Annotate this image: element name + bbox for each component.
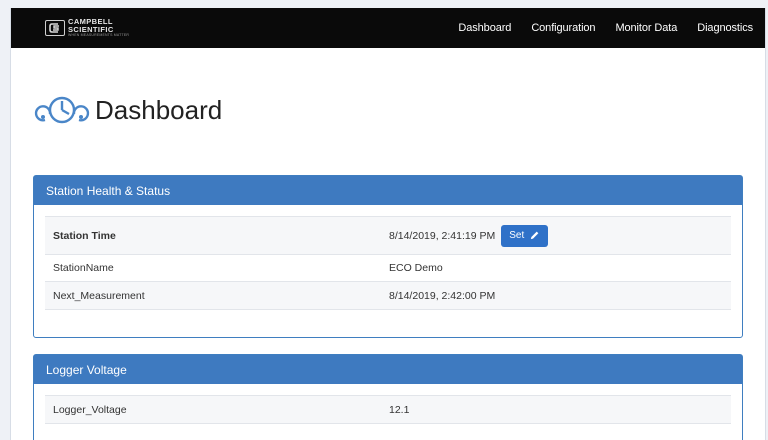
nav-diagnostics[interactable]: Diagnostics bbox=[697, 22, 753, 34]
table-row: StationName ECO Demo bbox=[45, 254, 731, 281]
station-table: Station Time 8/14/2019, 2:41:19 PM Set S… bbox=[45, 216, 731, 310]
row-value: 8/14/2019, 2:42:00 PM bbox=[389, 289, 496, 302]
logo-text-line2: SCIENTIFIC bbox=[68, 24, 114, 34]
station-time-value-cell: 8/14/2019, 2:41:19 PM Set bbox=[389, 224, 731, 247]
page-title: Dashboard bbox=[95, 94, 223, 125]
station-time-value: 8/14/2019, 2:41:19 PM bbox=[389, 229, 496, 242]
station-time-key: Station Time bbox=[53, 229, 116, 242]
row-value: 12.1 bbox=[389, 403, 410, 416]
app-window: CAMPBELL SCIENTIFIC WHEN MEASUREMENTS MA… bbox=[10, 8, 766, 440]
row-key: Logger_Voltage bbox=[53, 403, 127, 416]
logger-voltage-heading: Logger Voltage bbox=[34, 355, 742, 384]
table-row: Logger_Voltage 12.1 bbox=[45, 395, 731, 424]
nav-dashboard[interactable]: Dashboard bbox=[458, 22, 511, 34]
logger-voltage-panel: Logger Voltage Logger_Voltage 12.1 bbox=[33, 354, 743, 440]
station-health-body: Station Time 8/14/2019, 2:41:19 PM Set S… bbox=[34, 205, 742, 310]
nav-monitor-data[interactable]: Monitor Data bbox=[615, 22, 677, 34]
logo-tagline: WHEN MEASUREMENTS MATTER bbox=[68, 33, 130, 38]
top-navbar: CAMPBELL SCIENTIFIC WHEN MEASUREMENTS MA… bbox=[11, 8, 765, 48]
pencil-icon bbox=[531, 231, 539, 240]
page-header: Dashboard bbox=[33, 92, 743, 128]
station-health-panel: Station Health & Status Station Time 8/1… bbox=[33, 175, 743, 338]
station-time-row: Station Time 8/14/2019, 2:41:19 PM Set bbox=[45, 216, 731, 254]
campbell-logo-icon bbox=[45, 20, 65, 36]
dashboard-gauge-icon bbox=[34, 96, 90, 124]
nav-configuration[interactable]: Configuration bbox=[531, 22, 595, 34]
row-key: Next_Measurement bbox=[53, 289, 145, 302]
set-button-label: Set bbox=[509, 230, 525, 241]
set-time-button[interactable]: Set bbox=[501, 224, 549, 247]
row-value: ECO Demo bbox=[389, 262, 443, 274]
main-content: Dashboard Station Health & Status Statio… bbox=[11, 92, 765, 440]
logger-voltage-body: Logger_Voltage 12.1 bbox=[34, 384, 742, 424]
nav-links: Dashboard Configuration Monitor Data Dia… bbox=[448, 8, 765, 48]
table-row: Next_Measurement 8/14/2019, 2:42:00 PM bbox=[45, 281, 731, 310]
voltage-table: Logger_Voltage 12.1 bbox=[45, 395, 731, 424]
row-key: StationName bbox=[53, 262, 114, 274]
station-health-heading: Station Health & Status bbox=[34, 176, 742, 205]
campbell-logo[interactable]: CAMPBELL SCIENTIFIC WHEN MEASUREMENTS MA… bbox=[45, 16, 129, 40]
